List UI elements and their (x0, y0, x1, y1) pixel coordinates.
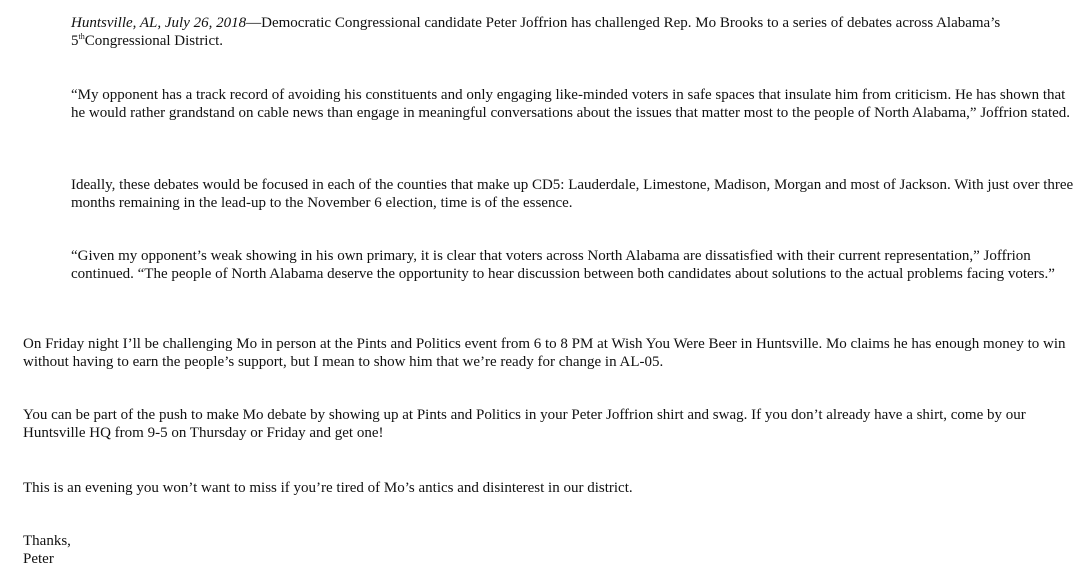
quote-paragraph-1: “My opponent has a track record of avoid… (71, 87, 1071, 121)
signature-block: Thanks, Peter (23, 532, 1081, 568)
dateline: Huntsville, AL, July 26, 2018 (71, 15, 247, 31)
press-release-lead: Huntsville, AL, July 26, 2018—Democratic… (71, 14, 1081, 50)
lead-text-end: Congressional District. (84, 33, 224, 49)
quote-paragraph-2: “Given my opponent’s weak showing in his… (71, 248, 1055, 282)
friday-event-paragraph: On Friday night I’ll be challenging Mo i… (23, 336, 1066, 370)
evening-paragraph: This is an evening you won’t want to mis… (23, 480, 633, 496)
signoff: Thanks, (23, 533, 71, 549)
email-document: Huntsville, AL, July 26, 2018—Democratic… (0, 0, 1088, 570)
signature-name: Peter (23, 551, 54, 567)
counties-paragraph: Ideally, these debates would be focused … (71, 177, 1074, 211)
push-paragraph: You can be part of the push to make Mo d… (23, 407, 1026, 441)
